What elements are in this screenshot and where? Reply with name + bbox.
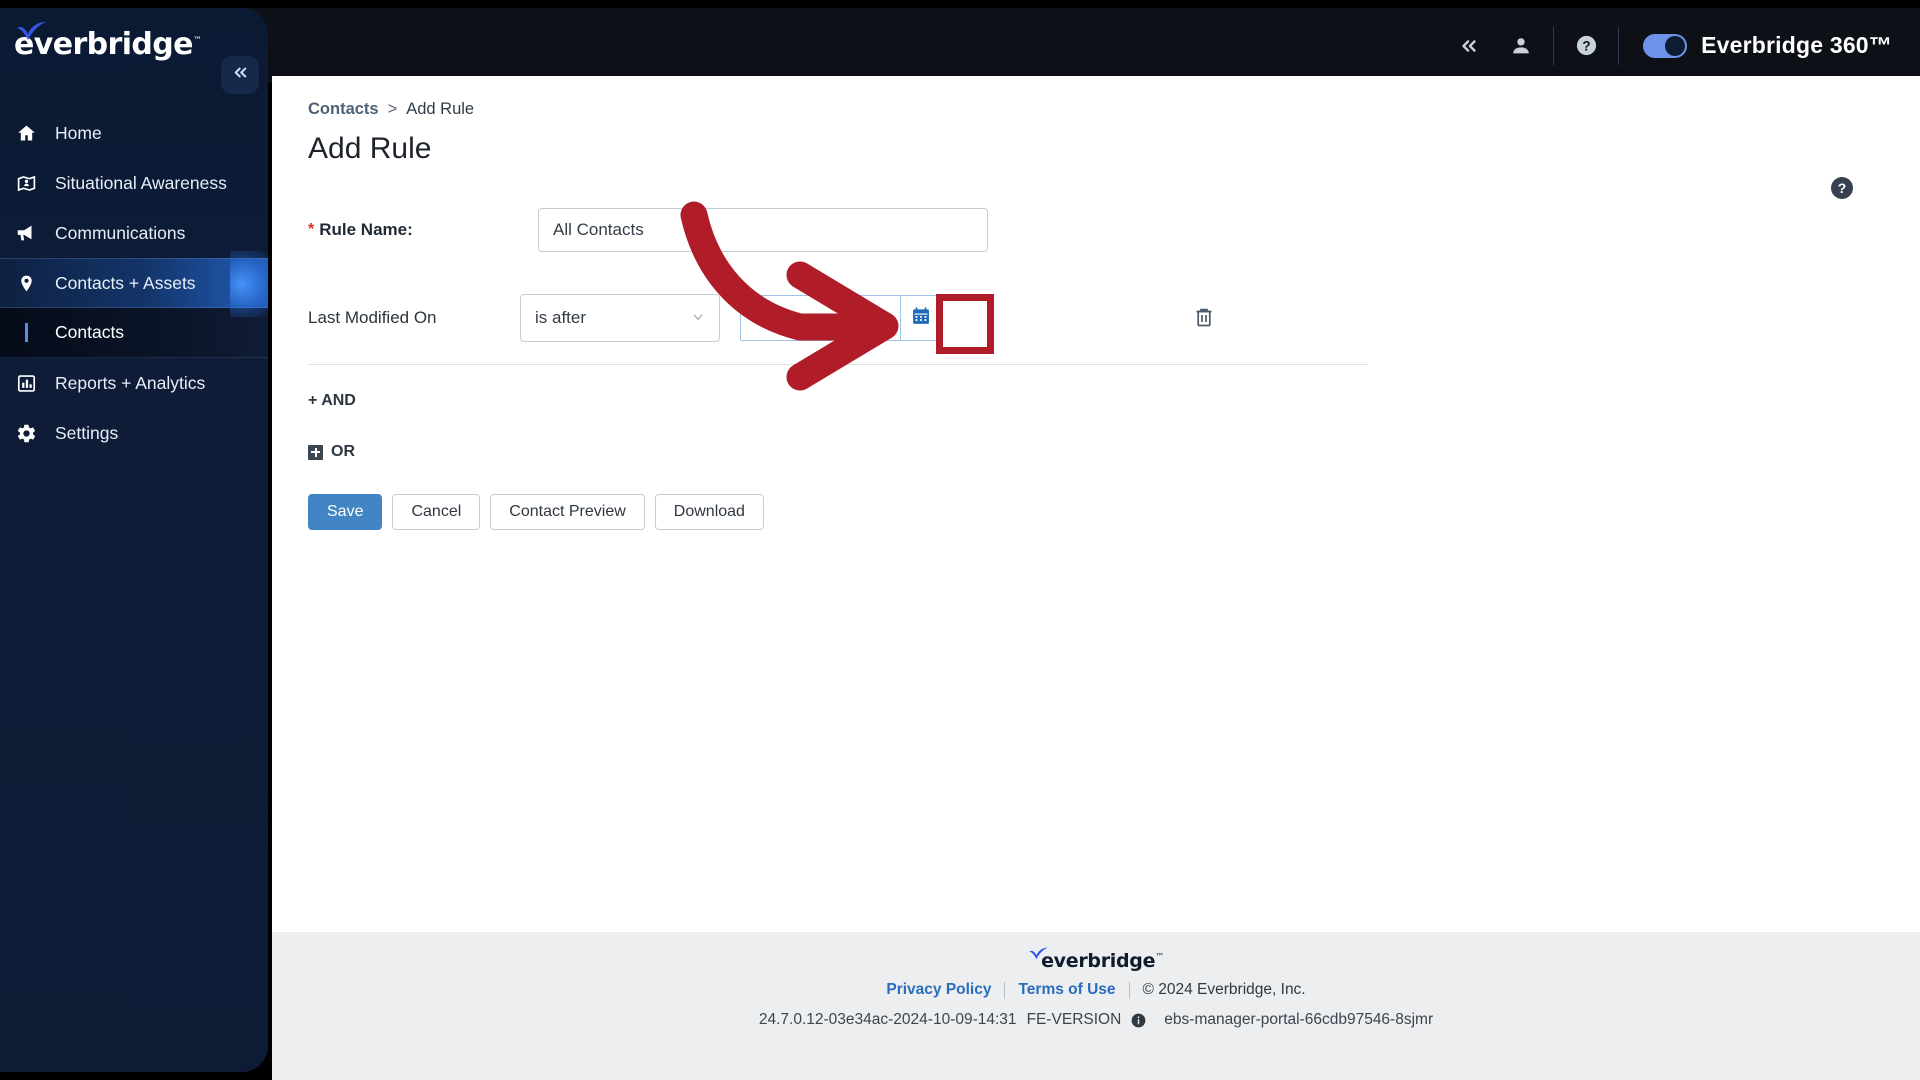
sidebar-item-contacts-assets[interactable]: Contacts + Assets bbox=[0, 251, 268, 317]
sidebar-item-label: Situational Awareness bbox=[55, 172, 227, 193]
map-pin-person-icon bbox=[14, 171, 38, 195]
everbridge-check-icon bbox=[1028, 944, 1050, 966]
download-button[interactable]: Download bbox=[654, 494, 764, 530]
or-label: OR bbox=[331, 443, 355, 460]
footer-version-row: 24.7.0.12-03e34ac-2024-10-09-14:31 FE-VE… bbox=[759, 1011, 1433, 1029]
user-icon bbox=[1510, 35, 1532, 57]
account-button[interactable] bbox=[1495, 20, 1547, 72]
home-icon bbox=[14, 121, 38, 145]
rule-name-row: * Rule Name: bbox=[308, 208, 1408, 252]
add-rule-form: * Rule Name: Last Modified On is after bbox=[308, 208, 1408, 530]
chevron-down-icon bbox=[691, 310, 705, 327]
condition-divider bbox=[308, 364, 1368, 365]
terms-of-use-link[interactable]: Terms of Use bbox=[1018, 981, 1115, 999]
content-help-button[interactable]: ? bbox=[1830, 176, 1854, 200]
footer: everbridge™ Privacy Policy Terms of Use … bbox=[272, 932, 1920, 1080]
active-bar-icon bbox=[14, 323, 38, 342]
sidebar-item-label: Home bbox=[55, 122, 102, 143]
top-bar: ? Everbridge 360™ bbox=[0, 8, 1920, 83]
privacy-policy-link[interactable]: Privacy Policy bbox=[886, 981, 991, 999]
delete-condition-button[interactable] bbox=[1192, 305, 1218, 331]
contact-preview-button[interactable]: Contact Preview bbox=[490, 494, 645, 530]
sidebar-item-communications[interactable]: Communications bbox=[0, 208, 268, 258]
megaphone-icon bbox=[14, 221, 38, 245]
breadcrumb-parent-link[interactable]: Contacts bbox=[308, 100, 379, 119]
fe-version-label: FE-VERSION bbox=[1026, 1011, 1122, 1028]
sidebar-item-home[interactable]: Home bbox=[0, 108, 268, 158]
sidebar-item-settings[interactable]: Settings bbox=[0, 408, 268, 458]
collapse-panel-button[interactable] bbox=[1443, 20, 1495, 72]
question-circle-icon: ? bbox=[1830, 177, 1854, 204]
sidebar-item-label: Settings bbox=[55, 422, 119, 443]
app-root: ? Everbridge 360™ everbridge™ Home Situa… bbox=[0, 0, 1920, 1080]
footer-links: Privacy Policy Terms of Use © 2024 Everb… bbox=[886, 981, 1306, 999]
copyright-text: © 2024 Everbridge, Inc. bbox=[1142, 981, 1306, 998]
sidebar-subitem-label: Contacts bbox=[55, 322, 125, 342]
sidebar-item-label: Communications bbox=[55, 222, 186, 243]
sidebar-nav: Home Situational Awareness Communication… bbox=[0, 108, 268, 458]
breadcrumb-current: Add Rule bbox=[406, 100, 475, 118]
sidebar-item-label: Reports + Analytics bbox=[55, 372, 206, 393]
svg-text:?: ? bbox=[1582, 38, 1590, 53]
plus-square-icon bbox=[308, 444, 323, 460]
page-title: Add Rule bbox=[308, 132, 432, 165]
date-input[interactable] bbox=[740, 295, 900, 341]
trash-icon bbox=[1192, 308, 1216, 333]
everbridge-check-icon bbox=[15, 16, 49, 51]
condition-operator-select[interactable]: is after bbox=[520, 294, 720, 342]
condition-field-label: Last Modified On bbox=[308, 308, 437, 327]
add-and-condition-button[interactable]: + AND bbox=[308, 392, 356, 410]
calendar-icon bbox=[911, 306, 931, 331]
footer-divider-2 bbox=[1128, 981, 1130, 999]
gear-icon bbox=[14, 421, 38, 445]
footer-divider-1 bbox=[1004, 981, 1006, 999]
form-actions: Save Cancel Contact Preview Download bbox=[308, 494, 1408, 530]
everbridge-360-switch[interactable]: Everbridge 360™ bbox=[1625, 32, 1898, 59]
content-area: ? Contacts > Add Rule Add Rule * Rule Na… bbox=[272, 76, 1920, 932]
topbar-divider-2 bbox=[1618, 26, 1620, 65]
topbar-divider-1 bbox=[1553, 26, 1555, 65]
sidebar-item-situational-awareness[interactable]: Situational Awareness bbox=[0, 158, 268, 208]
build-version: 24.7.0.12-03e34ac-2024-10-09-14:31 bbox=[758, 1011, 1017, 1028]
calendar-picker-button[interactable] bbox=[900, 295, 942, 341]
everbridge-360-toggle[interactable] bbox=[1643, 33, 1688, 58]
sidebar-item-label: Contacts + Assets bbox=[55, 272, 196, 293]
main-panel: ? Contacts > Add Rule Add Rule * Rule Na… bbox=[272, 76, 1920, 1080]
bar-chart-icon bbox=[14, 371, 38, 395]
location-pin-icon bbox=[14, 271, 38, 295]
rule-name-label: * Rule Name: bbox=[308, 220, 538, 240]
everbridge-360-label: Everbridge 360™ bbox=[1701, 32, 1892, 58]
condition-operator-value: is after bbox=[535, 308, 587, 327]
sidebar-collapse-button[interactable] bbox=[221, 56, 259, 94]
sidebar-item-reports-analytics[interactable]: Reports + Analytics bbox=[0, 358, 268, 408]
help-button[interactable]: ? bbox=[1560, 20, 1612, 72]
chevrons-left-icon bbox=[231, 63, 250, 87]
breadcrumb: Contacts > Add Rule bbox=[308, 100, 474, 119]
rule-name-input[interactable] bbox=[538, 208, 988, 252]
cancel-button[interactable]: Cancel bbox=[392, 494, 481, 530]
footer-logo-tm: ™ bbox=[1155, 952, 1164, 963]
question-circle-icon: ? bbox=[1575, 34, 1598, 57]
breadcrumb-separator: > bbox=[387, 100, 398, 118]
add-or-group-button[interactable]: OR bbox=[308, 443, 355, 461]
footer-logo: everbridge™ bbox=[1028, 947, 1164, 972]
chevrons-left-icon bbox=[1458, 35, 1480, 57]
sidebar-item-contacts[interactable]: Contacts bbox=[0, 308, 268, 358]
condition-row: Last Modified On is after bbox=[308, 294, 1408, 342]
pod-name: ebs-manager-portal-66cdb97546-8sjmr bbox=[1164, 1011, 1434, 1028]
info-circle-icon[interactable] bbox=[1131, 1013, 1146, 1028]
sidebar-logo-tm: ™ bbox=[192, 35, 202, 46]
required-asterisk: * bbox=[308, 221, 315, 238]
save-button[interactable]: Save bbox=[308, 494, 383, 530]
sidebar: everbridge™ Home Situational Awareness C… bbox=[0, 8, 268, 1072]
date-picker-group bbox=[740, 295, 942, 341]
rule-name-label-text: Rule Name: bbox=[319, 220, 413, 239]
svg-text:?: ? bbox=[1838, 180, 1847, 196]
